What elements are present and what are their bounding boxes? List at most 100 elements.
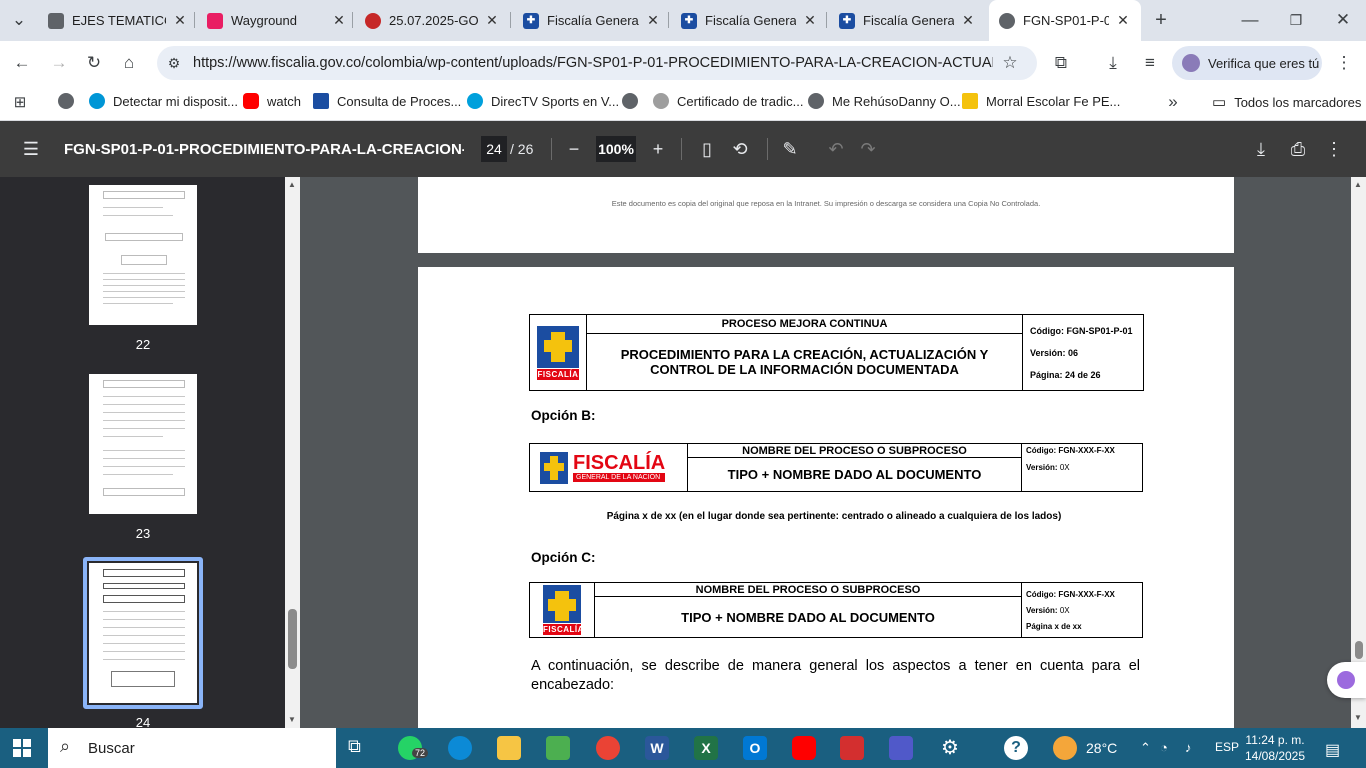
new-tab-icon[interactable]: + [1150,9,1172,31]
taskbar-search[interactable]: ⌕ Buscar [48,728,336,768]
document-scrollbar[interactable]: ▲ ▼ [1351,177,1366,728]
bookmark-item[interactable]: DirecTV Sports en V... [467,93,619,109]
close-icon[interactable]: ✕ [960,12,976,29]
close-icon[interactable]: ✕ [331,12,347,29]
edge-icon[interactable] [448,736,472,760]
page-thumbnail-22[interactable] [89,185,197,325]
whatsapp-icon[interactable]: 72 [398,736,429,760]
url-text[interactable]: https://www.fiscalia.gov.co/colombia/wp-… [193,55,993,71]
zoom-in-icon[interactable]: + [647,139,669,160]
page-thumbnail-24[interactable] [89,563,197,703]
chevron-up-icon[interactable]: ⌃ [1140,740,1151,756]
file-explorer-icon[interactable] [497,736,521,760]
outlook-icon[interactable]: O [743,736,767,760]
scroll-down-icon[interactable]: ▼ [1354,713,1362,722]
bookmark-item[interactable]: Morral Escolar Fe PE... [962,93,1120,109]
bookmark-globe[interactable] [58,93,82,109]
speaker-icon[interactable]: ♪ [1185,740,1192,755]
tab-goa[interactable]: 25.07.2025-GOA ✕ [365,6,500,35]
close-icon[interactable]: ✕ [1115,12,1131,29]
floating-assistant-button[interactable] [1327,662,1366,698]
scroll-up-icon[interactable]: ▲ [1354,180,1362,189]
back-icon[interactable]: ← [11,52,33,74]
tab-search-icon[interactable]: ⌄ [8,9,30,31]
window-close-icon[interactable]: ✕ [1332,9,1354,31]
tab-title: 25.07.2025-GOA [389,13,478,28]
option-b-process: NOMBRE DEL PROCESO O SUBPROCESO [687,443,1022,458]
close-icon[interactable]: ✕ [484,12,500,29]
home-icon[interactable]: ⌂ [118,52,140,74]
notifications-icon[interactable]: ▤ [1325,740,1340,760]
tab-fgn-active[interactable]: FGN-SP01-P-01- ✕ [989,0,1141,41]
site-info-icon[interactable]: ⚙ [163,52,185,74]
pdf-title: FGN-SP01-P-01-PROCEDIMIENTO-PARA-LA-CREA… [64,141,464,158]
temperature[interactable]: 28°C [1086,740,1117,756]
fit-page-icon[interactable]: ▯ [696,139,718,160]
hp-icon [89,93,105,109]
undo-icon[interactable]: ↶ [825,139,847,160]
bookmark-item[interactable] [622,93,646,109]
acrobat-icon[interactable] [840,736,864,760]
document-scroll-thumb[interactable] [1355,641,1363,659]
rotate-icon[interactable]: ⟲ [729,139,751,160]
all-bookmarks[interactable]: ▭ Todos los marcadores [1212,93,1361,111]
chevron-right-icon[interactable]: » [1162,91,1184,113]
print-icon[interactable]: ⎙ [1287,139,1309,160]
tab-wayground[interactable]: Wayground ✕ [207,6,347,35]
downloads-icon[interactable]: ⤓ [1102,52,1124,74]
settings-gear-icon[interactable]: ⚙ [938,736,962,760]
chrome-icon[interactable] [596,736,620,760]
sidebar-scrollbar[interactable]: ▲ ▼ [285,177,300,728]
close-icon[interactable]: ✕ [802,12,818,29]
language-indicator[interactable]: ESP [1215,740,1239,754]
tab-fiscalia-1[interactable]: ✚ Fiscalía General ✕ [523,6,661,35]
bookmark-label: Me RehúsoDanny O... [832,93,961,109]
bookmark-item[interactable]: Detectar mi disposit... [89,93,238,109]
tab-fiscalia-2[interactable]: ✚ Fiscalía General ✕ [681,6,818,35]
scroll-down-icon[interactable]: ▼ [288,715,296,724]
extensions-icon[interactable]: ⧉ [1050,52,1072,74]
address-bar[interactable]: ⚙ https://www.fiscalia.gov.co/colombia/w… [157,46,1037,80]
minimize-icon[interactable]: — [1239,9,1261,31]
windows-start-icon[interactable] [13,739,31,757]
bookmark-star-icon[interactable]: ☆ [999,52,1021,74]
scroll-up-icon[interactable]: ▲ [288,180,296,189]
download-icon[interactable]: ⤓ [1250,139,1272,160]
clock[interactable]: 11:24 p. m. 14/08/2025 [1244,732,1306,764]
network-icon[interactable]: ◔ [1160,740,1168,755]
page-number-input[interactable]: 24 [481,136,507,162]
forward-icon[interactable]: → [48,52,70,74]
youtube-icon[interactable] [792,736,816,760]
page-position-note: Página x de xx (en el lugar donde sea pe… [606,511,1062,522]
zoom-level-input[interactable]: 100% [596,136,636,162]
redo-icon[interactable]: ↷ [857,139,879,160]
bookmark-item[interactable]: watch [243,93,301,109]
bookmark-item[interactable]: Consulta de Proces... [313,93,461,109]
more-options-icon[interactable]: ⋮ [1323,139,1345,160]
annotate-icon[interactable]: ✎ [779,139,801,160]
menu-kebab-icon[interactable]: ⋮ [1333,52,1355,74]
bookmark-label: DirecTV Sports en V... [491,93,620,109]
zoom-out-icon[interactable]: − [563,139,585,160]
sidebar-scroll-thumb[interactable] [288,609,297,669]
word-icon[interactable]: W [645,736,669,760]
excel-icon[interactable]: X [694,736,718,760]
tab-ejes-tematicos[interactable]: EJES TEMATICOS ✕ [48,6,188,35]
media-controls-icon[interactable]: ≡ [1139,52,1161,74]
bookmark-item[interactable]: Certificado de tradic... [653,93,803,109]
teams-icon[interactable] [889,736,913,760]
reload-icon[interactable]: ↻ [83,52,105,74]
page-thumbnail-23[interactable] [89,374,197,514]
profile-button[interactable]: Verifica que eres tú [1172,46,1322,80]
bookmark-item[interactable]: Me RehúsoDanny O... [808,93,961,109]
weather-icon[interactable] [1053,736,1077,760]
tab-fiscalia-3[interactable]: ✚ Fiscalía General ✕ [839,6,976,35]
task-view-icon[interactable]: ⧉ [348,736,372,760]
hamburger-menu-icon[interactable]: ☰ [20,139,42,160]
store-icon[interactable] [546,736,570,760]
restore-icon[interactable]: ❐ [1285,9,1307,31]
help-icon[interactable]: ? [1004,736,1028,760]
close-icon[interactable]: ✕ [172,12,188,29]
close-icon[interactable]: ✕ [645,12,661,29]
apps-grid-icon[interactable]: ⊞ [9,91,31,113]
